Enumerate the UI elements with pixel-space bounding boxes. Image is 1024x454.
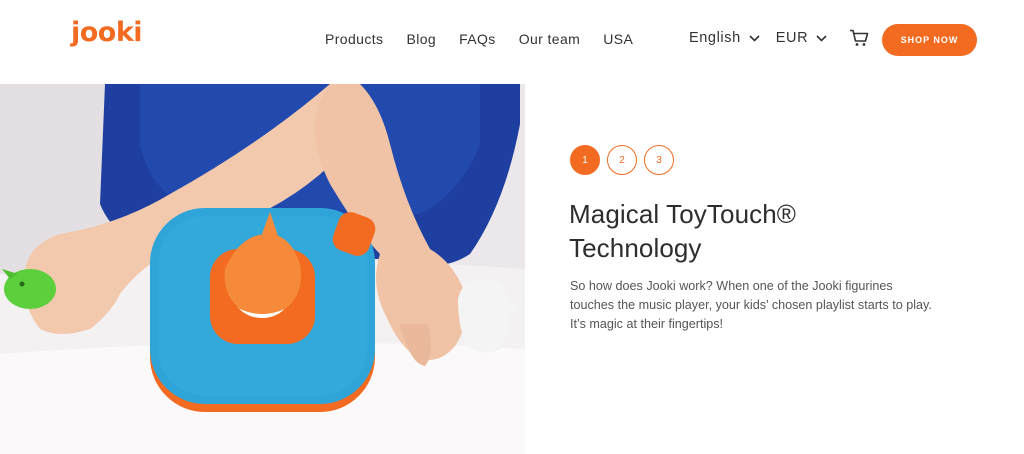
slide-steps: 1 2 3 [570, 145, 674, 175]
step-1-button[interactable]: 1 [570, 145, 600, 175]
currency-selector[interactable]: EUR [776, 30, 827, 46]
nav-products[interactable]: Products [325, 31, 383, 47]
title-line-1: Magical ToyTouch® [569, 199, 797, 229]
shop-now-button[interactable]: SHOP NOW [882, 24, 977, 56]
section-title: Magical ToyTouch® Technology [569, 197, 899, 265]
jooki-logo[interactable]: jooki [71, 19, 143, 46]
title-line-2: Technology [569, 233, 702, 263]
nav-usa[interactable]: USA [603, 31, 633, 47]
currency-label: EUR [775, 30, 809, 46]
main-nav: Products Blog FAQs Our team USA [325, 31, 656, 47]
chevron-down-icon [749, 34, 760, 42]
chevron-down-icon [816, 34, 827, 42]
section-description: So how does Jooki work? When one of the … [570, 279, 932, 331]
header-actions: English EUR [689, 29, 887, 47]
cart-icon[interactable] [849, 29, 869, 47]
nav-blog[interactable]: Blog [406, 31, 436, 47]
site-header: jooki Products Blog FAQs Our team USA En… [0, 0, 1024, 84]
nav-faqs[interactable]: FAQs [459, 31, 496, 47]
jooki-player-photo [0, 84, 525, 454]
step-2-button[interactable]: 2 [607, 145, 637, 175]
language-selector[interactable]: English [689, 30, 760, 46]
hero-image [0, 84, 525, 454]
nav-our-team[interactable]: Our team [519, 31, 581, 47]
step-3-button[interactable]: 3 [644, 145, 674, 175]
language-label: English [689, 30, 741, 46]
